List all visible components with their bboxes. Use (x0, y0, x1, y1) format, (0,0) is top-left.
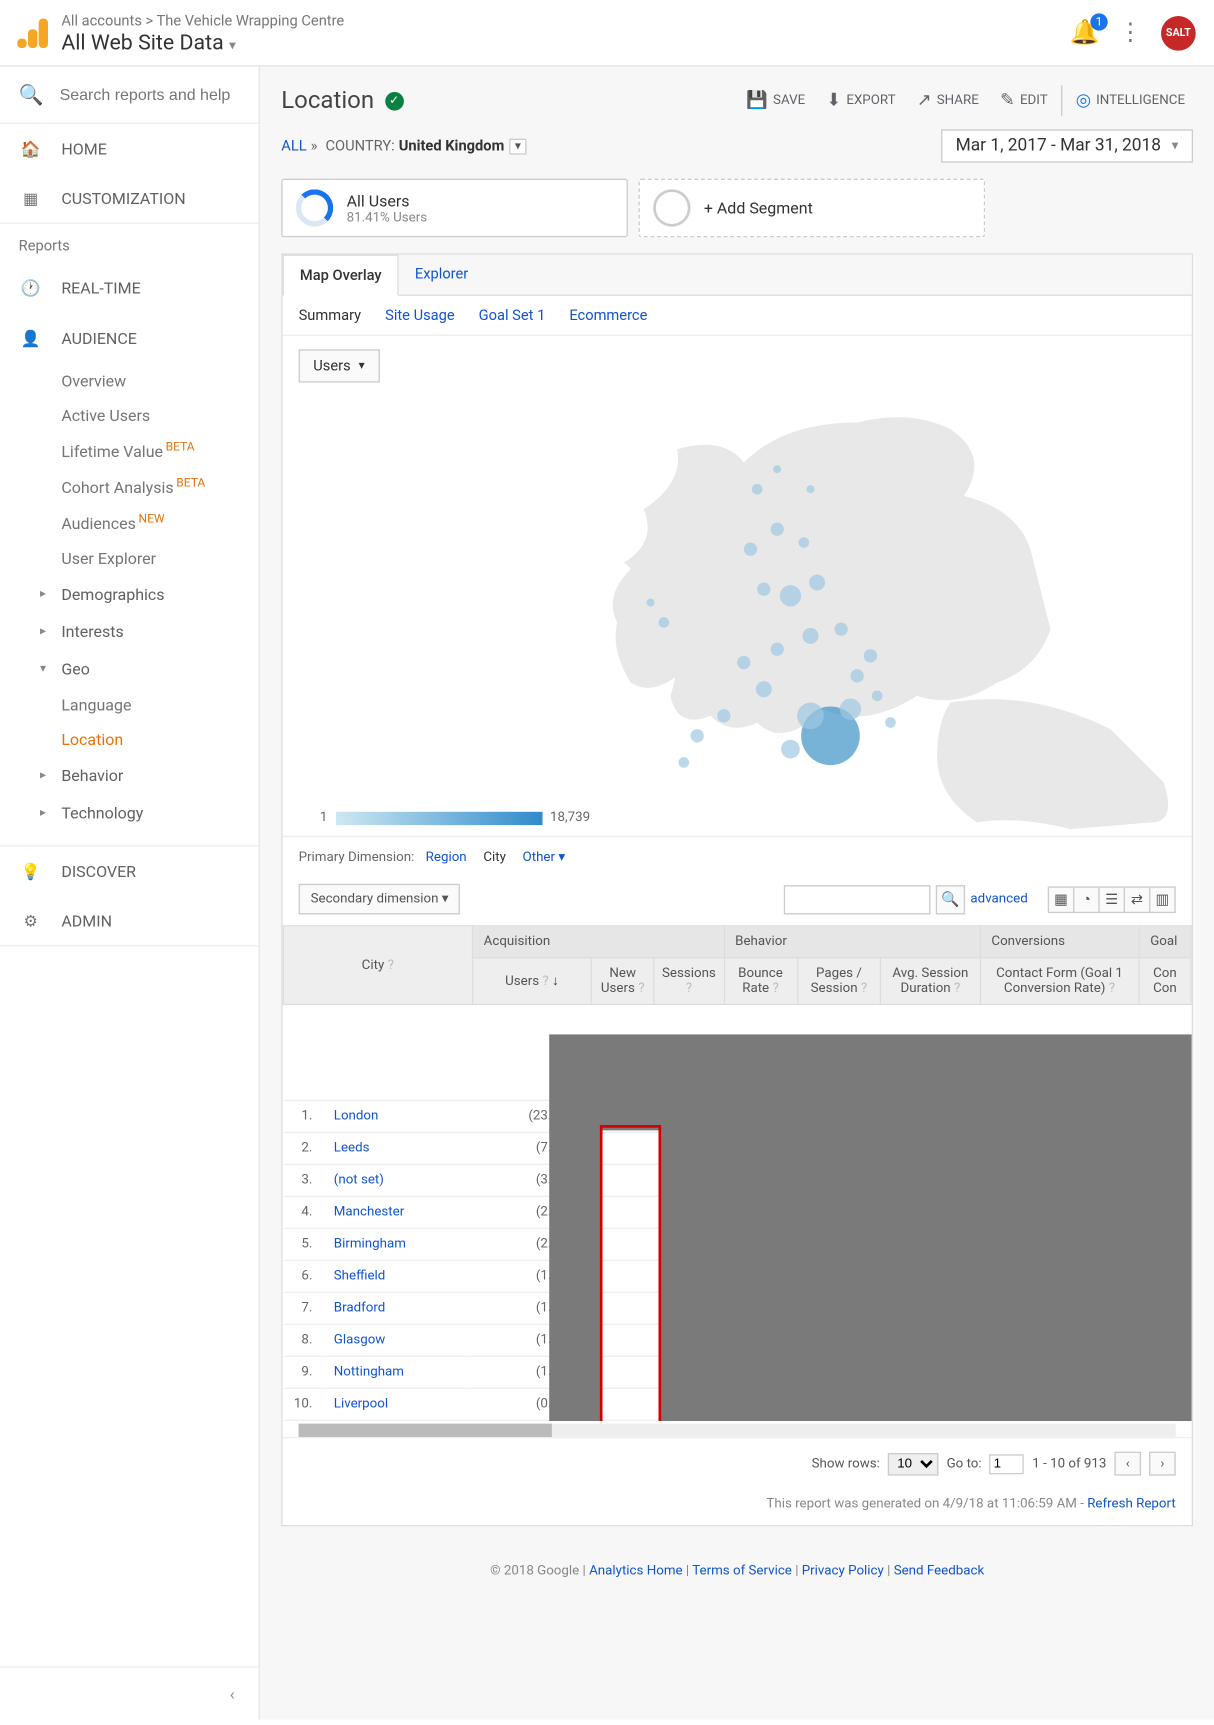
secondary-dimension[interactable]: Secondary dimension ▾ (299, 884, 461, 915)
generated-note: This report was generated on 4/9/18 at 1… (283, 1489, 1192, 1525)
report-panel: Map Overlay Explorer Summary Site Usage … (281, 253, 1193, 1526)
crumb-country: United Kingdom (399, 137, 505, 154)
reports-label: Reports (0, 224, 259, 263)
sub-lifetime-value[interactable]: Lifetime ValueBETA (0, 433, 259, 469)
subtab-ecommerce[interactable]: Ecommerce (569, 307, 647, 324)
view-perf-icon[interactable]: ☰ (1098, 886, 1125, 913)
rows-select[interactable]: 10 (888, 1452, 939, 1475)
col-goal: Goal (1139, 926, 1191, 958)
dim-city[interactable]: City (483, 850, 506, 865)
nav-home[interactable]: 🏠HOME (0, 123, 259, 174)
map-legend: 118,739 (320, 810, 590, 825)
dim-other[interactable]: Other ▾ (523, 850, 565, 865)
advanced-link[interactable]: advanced (970, 892, 1027, 907)
search-icon: 🔍 (19, 83, 44, 107)
sidebar-collapse[interactable]: ‹ (0, 1666, 259, 1719)
col-sessions[interactable]: Sessions ? (654, 958, 724, 1005)
primary-dimension: Primary Dimension: Region City Other ▾ (283, 836, 1192, 873)
avatar[interactable]: SALT (1161, 15, 1196, 50)
page-title: Location✓ (281, 87, 403, 115)
footer-privacy[interactable]: Privacy Policy (802, 1564, 884, 1579)
nav-audience[interactable]: 👤AUDIENCE (0, 313, 259, 364)
sub-audiences[interactable]: AudiencesNEW (0, 505, 259, 541)
edit-button[interactable]: ✎EDIT (992, 85, 1056, 116)
segment-add[interactable]: + Add Segment (639, 179, 986, 238)
search-input[interactable] (60, 85, 240, 104)
col-contact[interactable]: Contact Form (Goal 1 Conversion Rate) ? (980, 958, 1139, 1005)
more-menu-icon[interactable]: ⋮ (1118, 19, 1142, 47)
col-new-users[interactable]: New Users ? (591, 958, 654, 1005)
subtab-site-usage[interactable]: Site Usage (385, 307, 455, 324)
sub-technology[interactable]: ▸Technology (0, 794, 259, 831)
circle-icon (653, 189, 690, 226)
table-scrollbar[interactable] (299, 1424, 1176, 1437)
donut-icon (296, 189, 333, 226)
view-table-icon[interactable]: ▦ (1048, 886, 1075, 913)
view-selector[interactable]: All Web Site Data ▾ (61, 29, 344, 54)
nav-admin[interactable]: ⚙ADMIN (0, 896, 259, 947)
save-button[interactable]: 💾SAVE (738, 85, 813, 116)
sub-language[interactable]: Language (0, 688, 259, 723)
col-city[interactable]: City ? (283, 926, 472, 1005)
sub-location[interactable]: Location (0, 722, 259, 757)
page-next[interactable]: › (1149, 1452, 1176, 1476)
col-behavior: Behavior (724, 926, 980, 958)
data-table: City ? Acquisition Behavior Conversions … (283, 925, 1192, 1421)
tab-explorer[interactable]: Explorer (399, 255, 484, 295)
share-button[interactable]: ↗SHARE (909, 85, 987, 116)
sub-geo[interactable]: ▾Geo (0, 651, 259, 688)
ga-logo (19, 18, 48, 47)
map[interactable]: 118,739 (283, 396, 1192, 836)
sidebar: 🔍 🏠HOME ▦CUSTOMIZATION Reports 🕐REAL-TIM… (0, 67, 260, 1720)
intelligence-button[interactable]: ◎INTELLIGENCE (1061, 85, 1193, 116)
sub-behavior[interactable]: ▸Behavior (0, 757, 259, 794)
col-users[interactable]: Users ? ↓ (472, 958, 591, 1005)
view-compare-icon[interactable]: ⇄ (1124, 886, 1151, 913)
subtab-summary[interactable]: Summary (299, 307, 362, 324)
notifications-icon[interactable]: 🔔1 (1070, 19, 1100, 47)
sub-cohort[interactable]: Cohort AnalysisBETA (0, 469, 259, 505)
footer-terms[interactable]: Terms of Service (692, 1564, 792, 1579)
top-bar: All accounts > The Vehicle Wrapping Cent… (0, 0, 1214, 67)
segment-all-users[interactable]: All Users81.41% Users (281, 179, 628, 238)
col-bounce[interactable]: Bounce Rate ? (724, 958, 797, 1005)
crumb-all[interactable]: ALL (281, 137, 306, 154)
footer: © 2018 Google | Analytics Home | Terms o… (260, 1548, 1214, 1595)
tab-map-overlay[interactable]: Map Overlay (283, 255, 399, 296)
dim-region[interactable]: Region (426, 850, 467, 865)
pager: Show rows: 10 Go to: 1 - 10 of 913 ‹ › (283, 1437, 1192, 1489)
footer-analytics-home[interactable]: Analytics Home (589, 1564, 682, 1579)
sub-overview[interactable]: Overview (0, 364, 259, 399)
col-duration[interactable]: Avg. Session Duration ? (881, 958, 980, 1005)
metric-dropdown[interactable]: Users▾ (299, 349, 380, 382)
nav-realtime[interactable]: 🕐REAL-TIME (0, 263, 259, 314)
view-pie-icon[interactable]: ◔ (1073, 886, 1100, 913)
footer-feedback[interactable]: Send Feedback (894, 1564, 985, 1579)
country-dropdown[interactable]: ▾ (510, 138, 527, 154)
refresh-report[interactable]: Refresh Report (1087, 1497, 1175, 1512)
goto-input[interactable] (990, 1454, 1025, 1474)
page-prev[interactable]: ‹ (1114, 1452, 1141, 1476)
main: Location✓ 💾SAVE ⬇EXPORT ↗SHARE ✎EDIT ◎IN… (260, 67, 1214, 1720)
nav-discover[interactable]: 💡DISCOVER (0, 845, 259, 896)
view-pivot-icon[interactable]: ▥ (1149, 886, 1176, 913)
date-range[interactable]: Mar 1, 2017 - Mar 31, 2018▾ (941, 129, 1193, 162)
table-search[interactable] (784, 884, 931, 913)
export-button[interactable]: ⬇EXPORT (819, 85, 904, 116)
verified-icon: ✓ (385, 91, 404, 110)
subtab-goal-set[interactable]: Goal Set 1 (479, 307, 546, 324)
sub-active-users[interactable]: Active Users (0, 399, 259, 434)
notif-badge: 1 (1090, 13, 1107, 30)
nav-customization[interactable]: ▦CUSTOMIZATION (0, 173, 259, 224)
table-search-btn[interactable]: 🔍 (936, 884, 965, 913)
sub-demographics[interactable]: ▸Demographics (0, 576, 259, 613)
col-contact2[interactable]: Con Con (1139, 958, 1191, 1005)
col-pages[interactable]: Pages / Session ? (797, 958, 881, 1005)
col-acquisition: Acquisition (472, 926, 723, 958)
col-conversions: Conversions (980, 926, 1139, 958)
sub-interests[interactable]: ▸Interests (0, 613, 259, 650)
sub-user-explorer[interactable]: User Explorer (0, 541, 259, 576)
account-breadcrumb[interactable]: All accounts > The Vehicle Wrapping Cent… (61, 11, 344, 28)
